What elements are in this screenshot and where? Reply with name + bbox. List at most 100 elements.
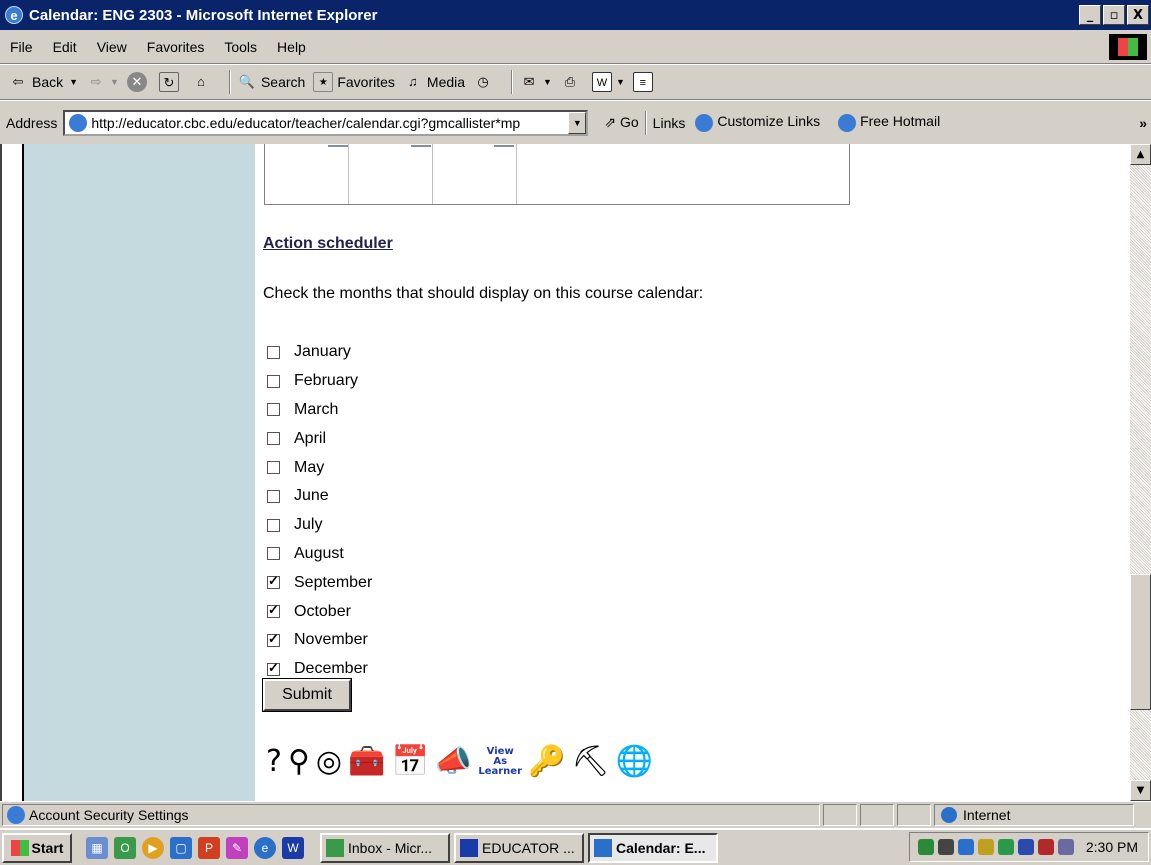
mail-button[interactable]: ✉ ▼ (519, 72, 552, 92)
security-zone-pane[interactable]: Internet (934, 804, 1134, 826)
forward-arrow-icon: ⇨ (90, 74, 102, 89)
view-as-learner-icon[interactable]: View As Learner (478, 746, 522, 777)
globe-icon[interactable]: 🌐 (616, 746, 653, 777)
month-checkbox[interactable] (267, 374, 280, 388)
favorites-button[interactable]: ★ Favorites (313, 72, 395, 92)
menu-help[interactable]: Help (267, 39, 316, 55)
stop-button[interactable]: ✕ (126, 72, 151, 92)
go-button[interactable]: ⇗ Go (604, 114, 638, 131)
compass-icon[interactable]: ◎ (316, 746, 342, 777)
mail-dropdown-icon[interactable]: ▼ (543, 77, 552, 87)
outlook-quicklaunch-icon[interactable]: O (114, 836, 136, 859)
search-button[interactable]: 🔍 Search (237, 72, 305, 92)
minimize-button[interactable]: _ (1079, 5, 1101, 25)
scroll-down-button[interactable]: ▼ (1130, 780, 1151, 801)
scroll-thumb[interactable] (1130, 574, 1151, 710)
antivirus-tray-icon[interactable] (1038, 839, 1054, 855)
month-checkbox[interactable] (267, 489, 280, 503)
pen-quicklaunch-icon[interactable]: ✎ (226, 836, 248, 859)
ie-quicklaunch-icon[interactable]: e (254, 836, 276, 859)
computer-tray-icon[interactable] (938, 839, 954, 855)
month-label: January (294, 343, 351, 361)
wheelbarrow-icon[interactable]: ⛏ (572, 746, 610, 777)
back-button[interactable]: ⇦ Back ▼ (8, 72, 79, 92)
menu-tools[interactable]: Tools (214, 39, 267, 55)
edit-word-button[interactable]: W ▼ (591, 72, 625, 92)
network-tray-icon[interactable] (918, 839, 934, 855)
maximize-button[interactable]: ▫ (1103, 5, 1125, 25)
link-customize-links[interactable]: Customize Links (695, 113, 820, 132)
month-option-september[interactable]: September (267, 568, 372, 597)
history-button[interactable]: ◷ (473, 72, 497, 92)
word-quicklaunch-icon[interactable]: W (282, 836, 304, 859)
taskbar-window-button[interactable]: Inbox - Micr... (320, 832, 450, 863)
address-dropdown-icon[interactable]: ▼ (568, 111, 587, 134)
month-checkbox[interactable] (267, 461, 280, 475)
show-desktop-icon[interactable]: ▦ (86, 836, 108, 859)
month-checkbox[interactable] (267, 345, 280, 359)
messenger-tray-icon[interactable] (998, 839, 1014, 855)
month-option-june[interactable]: June (267, 482, 372, 511)
forward-dropdown-icon[interactable]: ▼ (110, 77, 119, 87)
month-checkbox[interactable] (267, 602, 280, 619)
month-checkbox[interactable] (267, 631, 280, 647)
volume-tray-icon[interactable] (978, 839, 994, 855)
links-overflow-icon[interactable]: » (1139, 115, 1147, 131)
powerpoint-quicklaunch-icon[interactable]: P (198, 836, 220, 859)
month-option-may[interactable]: May (267, 453, 372, 482)
month-option-july[interactable]: July (267, 511, 372, 540)
keys-icon[interactable]: 🔑 (528, 746, 565, 777)
megaphone-icon[interactable]: 📣 (435, 746, 472, 777)
menu-file[interactable]: File (0, 39, 43, 55)
edit-dropdown-icon[interactable]: ▼ (616, 77, 625, 87)
sync-tray-icon[interactable] (958, 839, 974, 855)
start-button[interactable]: Start (2, 832, 72, 863)
calendar-icon[interactable]: 📅 (391, 746, 428, 777)
refresh-button[interactable]: ↻ (158, 72, 183, 92)
back-dropdown-icon[interactable]: ▼ (69, 77, 78, 87)
submit-button[interactable]: Submit (262, 678, 352, 712)
month-option-august[interactable]: August (267, 540, 372, 569)
month-checkbox[interactable] (267, 518, 280, 532)
messenger-status-tray-icon[interactable] (1058, 839, 1074, 855)
link-free-hotmail[interactable]: Free Hotmail (838, 113, 940, 132)
month-option-march[interactable]: March (267, 396, 372, 425)
month-option-april[interactable]: April (267, 424, 372, 453)
month-option-february[interactable]: February (267, 367, 372, 396)
calendar-cell (349, 144, 433, 204)
month-option-november[interactable]: November (267, 626, 372, 655)
close-button[interactable]: X (1127, 5, 1149, 25)
print-button[interactable]: ⎙ (560, 72, 584, 92)
address-input[interactable]: http://educator.cbc.edu/educator/teacher… (63, 109, 589, 136)
taskbar-window-button[interactable]: EDUCATOR ... (454, 832, 584, 863)
address-url[interactable]: http://educator.cbc.edu/educator/teacher… (91, 115, 568, 131)
toolbox-icon[interactable]: 🧰 (348, 746, 385, 777)
app-quicklaunch-icon[interactable]: ▢ (170, 836, 192, 859)
links-label[interactable]: Links (653, 115, 686, 131)
media-button[interactable]: ♫ Media (403, 72, 465, 92)
vertical-scrollbar[interactable]: ▲ ▼ (1130, 144, 1151, 801)
clock[interactable]: 2:30 PM (1086, 839, 1138, 855)
home-button[interactable]: ⌂ (191, 72, 215, 92)
menu-edit[interactable]: Edit (43, 39, 87, 55)
refresh-icon: ↻ (158, 72, 179, 92)
month-checkbox[interactable] (267, 573, 280, 590)
forward-button[interactable]: ⇨ ▼ (86, 72, 119, 92)
app-tray-icon[interactable] (1018, 839, 1034, 855)
month-option-october[interactable]: October (267, 597, 372, 626)
month-checkbox[interactable] (267, 432, 280, 446)
magnifier-icon[interactable]: ⚲ (288, 746, 310, 777)
menu-view[interactable]: View (87, 39, 137, 55)
taskbar-window-button[interactable]: Calendar: E... (588, 832, 718, 863)
month-checkbox[interactable] (267, 547, 280, 561)
discuss-button[interactable]: ≡ (632, 72, 657, 92)
scroll-up-button[interactable]: ▲ (1130, 144, 1151, 165)
help-icon[interactable]: ? (266, 746, 282, 777)
media-icon: ♫ (408, 74, 418, 89)
month-checkbox[interactable] (267, 403, 280, 417)
month-option-january[interactable]: January (267, 338, 372, 367)
month-checkbox[interactable] (267, 660, 280, 676)
media-player-quicklaunch-icon[interactable]: ▶ (142, 836, 164, 859)
menu-favorites[interactable]: Favorites (137, 39, 215, 55)
action-scheduler-link[interactable]: Action scheduler (263, 235, 393, 253)
